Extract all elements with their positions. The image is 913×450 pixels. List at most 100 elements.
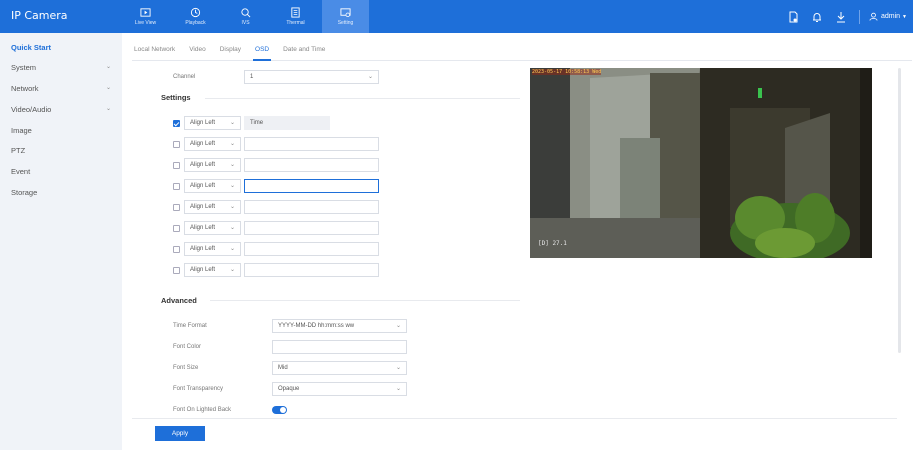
sidebar-item-ptz[interactable]: PTZ xyxy=(11,146,111,155)
overlay-text-input[interactable] xyxy=(244,242,379,256)
chevron-down-icon: ⌄ xyxy=(229,267,235,273)
overlay-align-select[interactable]: Align Left ⌄ xyxy=(184,137,241,151)
font-color-picker[interactable] xyxy=(272,340,407,354)
chevron-down-icon: ⌄ xyxy=(105,64,111,70)
tab-display[interactable]: Display xyxy=(218,33,243,60)
channel-value: 1 xyxy=(250,74,254,80)
overlay-align-value: Align Left xyxy=(190,225,216,231)
sidebar-item-label: Storage xyxy=(11,188,38,197)
overlay-align-value: Align Left xyxy=(190,267,216,273)
user-icon xyxy=(869,12,878,21)
overlay-enable-checkbox[interactable] xyxy=(173,162,180,169)
page-scrollbar[interactable] xyxy=(898,68,901,353)
font-size-value: Mid xyxy=(278,365,288,371)
overlay-enable-checkbox[interactable] xyxy=(173,120,180,127)
header-actions: admin ▼ xyxy=(787,0,913,33)
channel-select[interactable]: 1 ⌄ xyxy=(244,70,379,84)
user-name: admin xyxy=(880,13,901,20)
font-size-select[interactable]: Mid ⌄ xyxy=(272,361,407,375)
chevron-down-icon: ⌄ xyxy=(395,365,401,371)
nav-tab-ivs[interactable]: IVS xyxy=(222,0,269,33)
sidebar-item-label: Network xyxy=(11,84,39,93)
overlay-align-value: Align Left xyxy=(190,120,216,126)
overlay-align-value: Align Left xyxy=(190,141,216,147)
nav-tab-label: Playback xyxy=(185,20,206,26)
overlay-enable-checkbox[interactable] xyxy=(173,267,180,274)
chevron-down-icon: ⌄ xyxy=(229,141,235,147)
osd-time-overlay: 2023-05-17 10:58:13 Wed xyxy=(532,69,602,75)
sidebar-item-event[interactable]: Event xyxy=(11,167,111,176)
download-icon[interactable] xyxy=(835,11,847,23)
bell-icon[interactable] xyxy=(811,11,823,23)
settings-subtabs: Local Network Video Display OSD Date and… xyxy=(132,33,912,61)
overlay-enable-checkbox[interactable] xyxy=(173,141,180,148)
overlay-enable-checkbox[interactable] xyxy=(173,225,180,232)
top-bar: IP Camera Live View Playback IVS Thermal… xyxy=(0,0,913,33)
overlay-text-input[interactable] xyxy=(244,179,379,193)
sidebar-item-label: System xyxy=(11,63,37,72)
chevron-down-icon: ⌄ xyxy=(229,120,235,126)
header-divider xyxy=(858,9,860,24)
overlay-align-select[interactable]: Align Left ⌄ xyxy=(184,200,241,214)
overlay-align-select[interactable]: Align Left ⌄ xyxy=(184,242,241,256)
font-transparency-select[interactable]: Opaque ⌄ xyxy=(272,382,407,396)
overlay-text-input[interactable] xyxy=(244,263,379,277)
channel-label: Channel xyxy=(173,74,196,80)
overlay-align-select[interactable]: Align Left ⌄ xyxy=(184,179,241,193)
overlay-align-value: Align Left xyxy=(190,204,216,210)
chevron-down-icon: ⌄ xyxy=(395,386,401,392)
sidebar: Quick Start System ⌄ Network ⌄ Video/Audio… xyxy=(0,33,122,450)
overlay-align-select[interactable]: Align Left ⌄ xyxy=(184,221,241,235)
time-format-value: YYYY-MM-DD hh:mm:ss ww xyxy=(278,323,355,329)
tab-video[interactable]: Video xyxy=(187,33,208,60)
settings-heading: Settings xyxy=(161,93,191,102)
nav-tab-live-view[interactable]: Live View xyxy=(122,0,169,33)
sidebar-item-video-audio[interactable]: Video/Audio ⌄ xyxy=(11,105,111,114)
font-color-label: Font Color xyxy=(173,344,202,350)
user-menu[interactable]: admin ▼ xyxy=(869,12,907,21)
setting-icon xyxy=(340,8,351,17)
nav-tab-setting[interactable]: Setting xyxy=(322,0,369,33)
overlay-enable-checkbox[interactable] xyxy=(173,246,180,253)
tab-osd[interactable]: OSD xyxy=(253,33,272,61)
divider xyxy=(132,418,897,419)
tab-date-and-time[interactable]: Date and Time xyxy=(281,33,327,60)
chevron-down-icon: ⌄ xyxy=(367,74,373,80)
advanced-heading: Advanced xyxy=(161,296,197,305)
overlay-text-input[interactable] xyxy=(244,221,379,235)
chevron-down-icon: ⌄ xyxy=(229,225,235,231)
overlay-enable-checkbox[interactable] xyxy=(173,204,180,211)
font-on-lighted-back-label: Font On Lighted Back xyxy=(173,407,232,413)
nav-tab-playback[interactable]: Playback xyxy=(172,0,219,33)
overlay-align-value: Align Left xyxy=(190,183,216,189)
time-format-select[interactable]: YYYY-MM-DD hh:mm:ss ww ⌄ xyxy=(272,319,407,333)
chevron-down-icon: ⌄ xyxy=(229,204,235,210)
nav-tab-thermal[interactable]: Thermal xyxy=(272,0,319,33)
main-nav: Live View Playback IVS Thermal Setting xyxy=(122,0,372,33)
sidebar-item-label: Image xyxy=(11,126,32,135)
sidebar-item-network[interactable]: Network ⌄ xyxy=(11,84,111,93)
camera-preview: 2023-05-17 10:58:13 Wed [D] 27.1 xyxy=(530,68,872,258)
overlay-enable-checkbox[interactable] xyxy=(173,183,180,190)
font-on-lighted-back-toggle[interactable] xyxy=(272,406,287,414)
divider xyxy=(205,98,520,99)
overlay-text-input[interactable] xyxy=(244,158,379,172)
thermal-icon xyxy=(291,7,300,18)
sidebar-item-storage[interactable]: Storage xyxy=(11,188,111,197)
font-transparency-value: Opaque xyxy=(278,386,300,392)
overlay-align-select[interactable]: Align Left ⌄ xyxy=(184,263,241,277)
play-square-icon xyxy=(140,8,151,17)
overlay-align-select[interactable]: Align Left ⌄ xyxy=(184,158,241,172)
document-icon[interactable] xyxy=(787,11,799,23)
sidebar-item-label: Quick Start xyxy=(11,43,52,52)
sidebar-item-quick-start[interactable]: Quick Start xyxy=(11,43,111,52)
sidebar-item-system[interactable]: System ⌄ xyxy=(11,63,111,72)
sidebar-item-image[interactable]: Image xyxy=(11,126,111,135)
tab-local-network[interactable]: Local Network xyxy=(132,33,177,60)
app-title: IP Camera xyxy=(11,9,68,22)
overlay-align-select[interactable]: Align Left ⌄ xyxy=(184,116,241,130)
chevron-down-icon: ⌄ xyxy=(395,323,401,329)
overlay-text-input[interactable] xyxy=(244,137,379,151)
overlay-text-input[interactable] xyxy=(244,200,379,214)
apply-button[interactable]: Apply xyxy=(155,426,205,441)
